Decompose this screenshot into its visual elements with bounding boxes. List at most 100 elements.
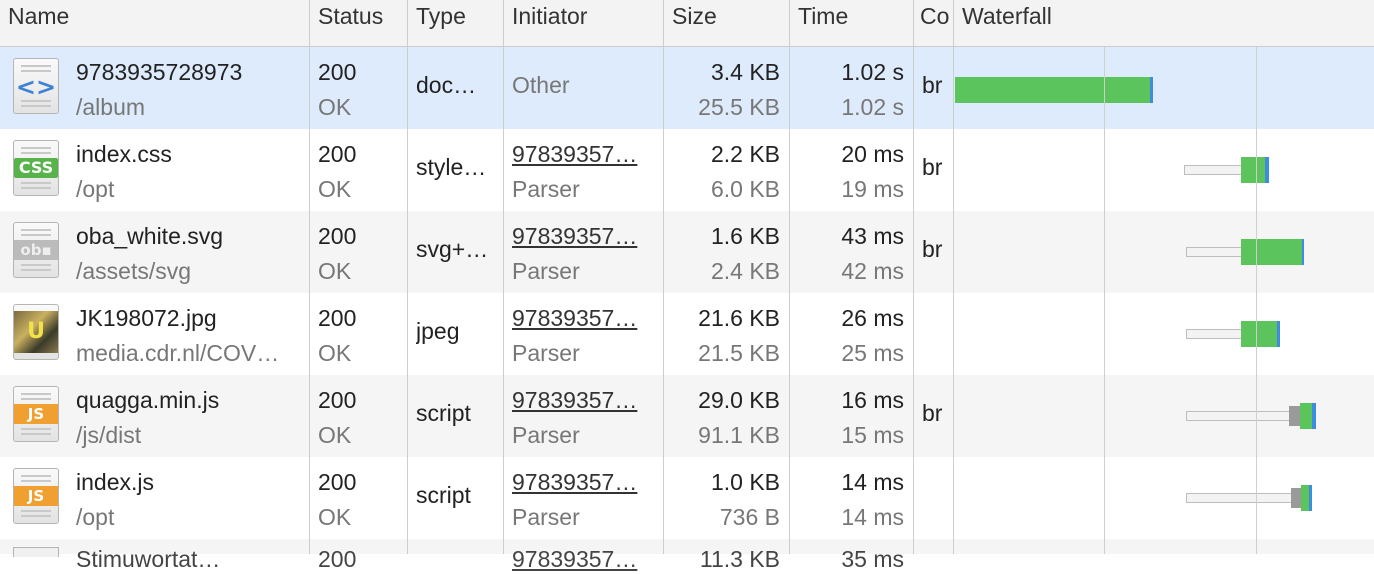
connection-id: br — [922, 400, 943, 426]
waterfall-receiving-bar[interactable] — [1301, 485, 1309, 511]
initiator-link[interactable]: 97839357… — [512, 303, 658, 333]
file-icon-glyph: <> — [15, 73, 57, 101]
column-divider[interactable] — [913, 0, 914, 554]
connection-id: br — [922, 154, 943, 180]
waterfall-download-end[interactable] — [1150, 77, 1153, 103]
waterfall-download-end[interactable] — [1312, 403, 1316, 429]
waterfall-receiving-bar[interactable] — [955, 77, 1151, 103]
latency-time: 42 ms — [841, 258, 904, 284]
status-text: OK — [318, 422, 352, 448]
file-icon-glyph: U — [14, 311, 58, 353]
resource-type: svg+… — [416, 236, 489, 262]
initiator-link[interactable]: 97839357… — [512, 385, 658, 415]
column-divider[interactable] — [953, 0, 954, 554]
file-icon-glyph: ob▪ — [14, 240, 58, 260]
waterfall-download-end[interactable] — [1277, 321, 1280, 347]
column-divider[interactable] — [407, 0, 408, 554]
status-code: 200 — [318, 387, 357, 413]
column-header-connection[interactable]: Co — [914, 0, 953, 46]
column-header-status[interactable]: Status — [310, 0, 407, 46]
initiator-type: Parser — [512, 504, 580, 530]
table-header: Name Status Type Initiator Size Time Co … — [0, 0, 1374, 47]
waterfall-download-end[interactable] — [1265, 157, 1269, 183]
waterfall-receiving-bar[interactable] — [1241, 321, 1278, 347]
request-name[interactable]: oba_white.svg — [76, 221, 298, 251]
column-divider[interactable] — [309, 0, 310, 554]
status-code: 200 — [318, 223, 357, 249]
request-path: /js/dist — [76, 422, 142, 448]
column-divider[interactable] — [503, 0, 504, 554]
transfer-size: 3.4 KB — [710, 59, 780, 85]
table-row[interactable]: CSS index.css/opt 200 OK style… 97839357… Pars… — [0, 129, 1374, 211]
file-icon-glyph: CSS — [14, 158, 58, 178]
request-name[interactable]: 9783935728973 — [76, 57, 298, 87]
column-header-initiator[interactable]: Initiator — [504, 0, 663, 46]
transfer-size: 29.0 KB — [698, 387, 780, 413]
transfer-size: 21.6 KB — [698, 305, 780, 331]
waterfall-download-end[interactable] — [1302, 239, 1304, 265]
js-file-icon: JS — [13, 468, 59, 524]
waterfall-receiving-bar[interactable] — [1300, 403, 1312, 429]
html-document-icon: <> — [13, 58, 59, 114]
initiator-type: Parser — [512, 258, 580, 284]
column-divider[interactable] — [663, 0, 664, 554]
status-code: 200 — [318, 469, 357, 495]
request-name[interactable]: quagga.min.js — [76, 385, 298, 415]
initiator-link[interactable]: 97839357… — [512, 467, 658, 497]
column-header-size[interactable]: Size — [664, 0, 789, 46]
column-header-waterfall[interactable]: Waterfall — [954, 0, 1374, 46]
initiator-link[interactable]: 97839357… — [512, 544, 637, 574]
waterfall-waiting-bar[interactable] — [1186, 493, 1292, 503]
file-icon-lines — [21, 229, 51, 231]
file-icon-lines — [21, 393, 51, 395]
column-header-type[interactable]: Type — [408, 0, 503, 46]
file-icon — [13, 547, 59, 557]
initiator-type: Parser — [512, 176, 580, 202]
table-row[interactable]: U JK198072.jpg media.cdr.nl/COV… 200 OK jpeg 9… — [0, 293, 1374, 375]
resource-size: 25.5 KB — [698, 94, 780, 120]
file-icon-glyph: JS — [14, 404, 58, 424]
table-row[interactable]: ob▪ oba_white.svg/assets/svg 200 OK svg+… 978… — [0, 211, 1374, 293]
image-thumbnail-icon: U — [13, 304, 59, 360]
status-text: OK — [318, 176, 352, 202]
waterfall-waiting-segment[interactable] — [1291, 488, 1301, 508]
initiator-link[interactable]: 97839357… — [512, 139, 658, 169]
table-row[interactable]: JS quagga.min.js/js/dist 200 OK script 978393… — [0, 375, 1374, 457]
latency-time: 15 ms — [841, 422, 904, 448]
total-time: 1.02 s — [841, 59, 904, 85]
initiator-link[interactable]: 97839357… — [512, 221, 658, 251]
resource-size: 91.1 KB — [698, 422, 780, 448]
status-text: OK — [318, 340, 352, 366]
column-divider[interactable] — [789, 0, 790, 554]
waterfall-waiting-bar[interactable] — [1186, 411, 1290, 421]
connection-id: br — [922, 72, 943, 98]
column-header-name[interactable]: Name — [0, 0, 309, 46]
resource-size: 6.0 KB — [710, 176, 780, 202]
initiator-text: Other — [512, 72, 570, 98]
request-name[interactable]: Stimuwortat… — [76, 544, 220, 574]
request-name[interactable]: index.css — [76, 139, 298, 169]
total-time: 14 ms — [841, 469, 904, 495]
total-time: 16 ms — [841, 387, 904, 413]
table-row[interactable]: JS index.js/opt 200 OK script 97839357… Parser… — [0, 457, 1374, 539]
waterfall-receiving-bar[interactable] — [1241, 239, 1302, 265]
request-name[interactable]: JK198072.jpg — [76, 303, 298, 333]
request-name[interactable]: index.js — [76, 467, 298, 497]
waterfall-waiting-bar[interactable] — [1186, 247, 1242, 257]
table-row-partial[interactable]: Stimuwortat… 200 97839357… 11.3 KB 35 ms — [0, 539, 1374, 572]
resource-size: 21.5 KB — [698, 340, 780, 366]
resource-size: 736 B — [719, 504, 780, 530]
request-path: /opt — [76, 504, 115, 530]
latency-time: 19 ms — [841, 176, 904, 202]
status-code: 200 — [318, 141, 357, 167]
waterfall-waiting-bar[interactable] — [1184, 165, 1242, 175]
waterfall-download-end[interactable] — [1309, 485, 1312, 511]
waterfall-receiving-bar[interactable] — [1241, 157, 1265, 183]
initiator-type: Parser — [512, 340, 580, 366]
status-code: 200 — [318, 546, 357, 572]
waterfall-waiting-bar[interactable] — [1186, 329, 1242, 339]
connection-id: br — [922, 236, 943, 262]
column-header-time[interactable]: Time — [790, 0, 913, 46]
table-row[interactable]: <> 9783935728973/album 200 OK doc… Other 3.4 K… — [0, 47, 1374, 129]
transfer-size: 1.0 KB — [710, 469, 780, 495]
